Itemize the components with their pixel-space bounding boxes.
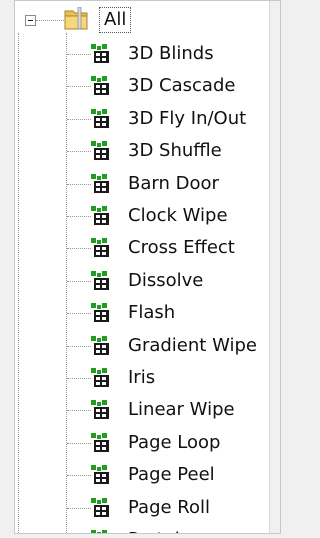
transition-effect-icon — [91, 108, 109, 128]
tree-item-label: Portals — [128, 529, 189, 533]
tree-connector — [67, 280, 91, 282]
tree-item-label: 3D Cascade — [128, 75, 236, 97]
transition-effect-icon — [91, 303, 109, 323]
tree-item[interactable]: Cross Effect — [15, 233, 265, 263]
tree-item[interactable]: Page Roll — [15, 493, 265, 523]
transition-effect-icon — [91, 206, 109, 225]
tree-root-label[interactable]: All — [99, 7, 132, 33]
tree-item[interactable]: Clock Wipe — [15, 201, 265, 231]
tree-item-label: Page Peel — [128, 464, 215, 486]
tree-item[interactable]: Flash — [15, 298, 265, 328]
transition-effect-icon — [91, 76, 109, 96]
tree-item[interactable]: Page Peel — [15, 460, 265, 490]
vertical-scrollbar[interactable] — [269, 1, 280, 533]
tree-item-label: 3D Blinds — [128, 43, 214, 64]
tree-item-label: Page Roll — [128, 496, 211, 518]
tree-connector — [67, 507, 91, 509]
collapse-toggle-icon[interactable] — [25, 15, 36, 26]
tree-connector — [67, 475, 91, 477]
tree-item-label: Iris — [128, 367, 156, 388]
tree-item-label: Gradient Wipe — [128, 334, 257, 356]
tree-connector — [67, 151, 91, 153]
tree-item[interactable]: 3D Cascade — [15, 71, 265, 101]
tree-item[interactable]: Linear Wipe — [15, 395, 265, 425]
transition-effect-icon — [91, 173, 109, 193]
transition-effect-icon — [91, 465, 109, 485]
tree-item[interactable]: Iris — [15, 363, 265, 393]
tree-item-label: Linear Wipe — [128, 399, 235, 421]
tree-item-label: Clock Wipe — [128, 205, 228, 226]
tree-item-label: Barn Door — [128, 172, 219, 194]
tree-item[interactable]: 3D Shuffle — [15, 136, 265, 166]
tree-item[interactable]: 3D Blinds — [15, 39, 265, 69]
tree-connector — [67, 216, 91, 217]
transition-effect-icon — [91, 400, 109, 420]
tree-item-label: Flash — [128, 302, 176, 324]
transition-effect-icon — [91, 141, 109, 161]
tree-item[interactable]: Portals — [15, 525, 265, 533]
folder-icon — [64, 7, 88, 30]
transition-effect-icon — [91, 270, 109, 290]
transition-effect-icon — [91, 530, 107, 533]
transition-effect-icon — [91, 368, 109, 387]
tree-connector — [67, 313, 91, 315]
tree-connector — [67, 183, 91, 185]
tree-item-label: 3D Shuffle — [128, 140, 222, 162]
tree-item-label: Dissolve — [128, 269, 204, 291]
tree-connector — [67, 54, 91, 55]
tree-connector — [67, 248, 91, 250]
transition-effect-icon — [91, 238, 109, 258]
transition-effect-icon — [91, 432, 109, 452]
tree-item[interactable]: Dissolve — [15, 266, 265, 296]
tree-item-label: 3D Fly In/Out — [128, 107, 247, 129]
tree-item-label: Cross Effect — [128, 237, 235, 259]
tree-connector — [67, 345, 91, 347]
tree-item-label: Page Loop — [128, 431, 221, 453]
tree-item[interactable]: Gradient Wipe — [15, 331, 265, 361]
tree-item[interactable]: Page Loop — [15, 428, 265, 458]
tree-connector — [36, 20, 64, 21]
transition-tree[interactable]: All 3D Blinds 3D Cascade 3D Fly In/Out 3D S… — [14, 0, 281, 534]
tree-connector — [67, 118, 91, 120]
tree-connector — [67, 442, 91, 444]
transition-effect-icon — [91, 44, 109, 63]
tree-connector — [67, 378, 91, 379]
transition-effect-icon — [91, 497, 109, 517]
transition-effect-icon — [91, 335, 109, 355]
tree-item[interactable]: 3D Fly In/Out — [15, 104, 265, 134]
tree-connector — [67, 86, 91, 88]
tree-item[interactable]: Barn Door — [15, 169, 265, 199]
tree-connector — [67, 410, 91, 412]
